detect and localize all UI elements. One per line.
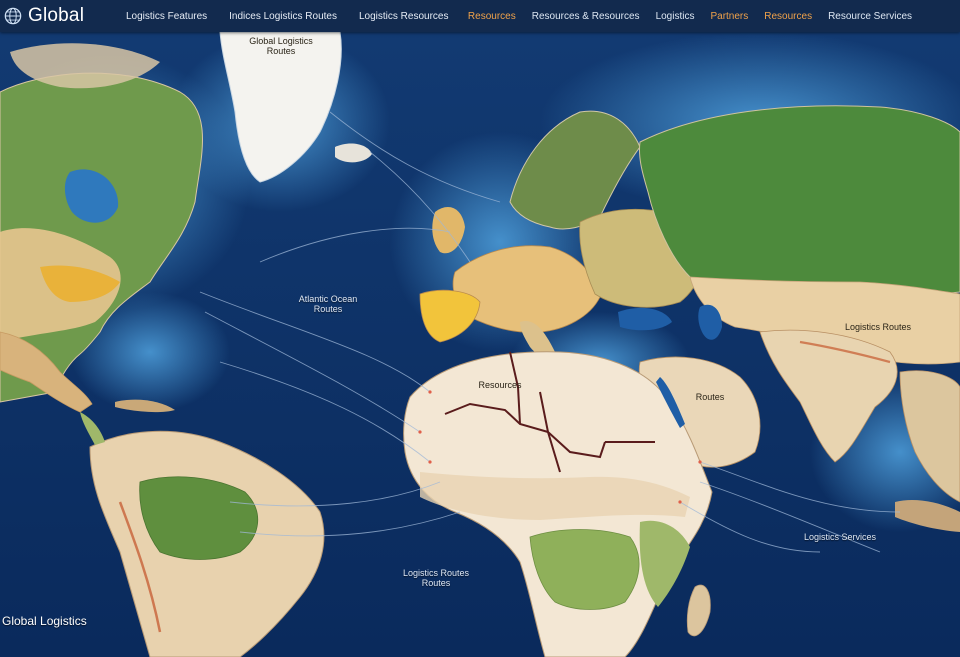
south-atlantic-label: Logistics Routes Routes bbox=[402, 568, 470, 588]
nav-logistics-resources[interactable]: Logistics Resources bbox=[359, 11, 448, 22]
map-canvas[interactable] bbox=[0, 32, 960, 657]
atlantic-label: Atlantic Ocean Routes bbox=[298, 294, 358, 314]
bottom-left-label: Global Logistics bbox=[2, 614, 87, 628]
greenland-label: Global Logistics Routes bbox=[249, 36, 313, 56]
primary-nav: Logistics Features Indices Logistics Rou… bbox=[126, 11, 448, 22]
nav-logistics-features[interactable]: Logistics Features bbox=[126, 11, 207, 22]
top-navigation-bar: Global Logistics Features Indices Logist… bbox=[0, 0, 960, 32]
india-label: Logistics Routes bbox=[844, 322, 912, 332]
map-app: Global Logistics Features Indices Logist… bbox=[0, 0, 960, 657]
amazon-basin bbox=[139, 476, 259, 560]
north-asia bbox=[639, 105, 960, 295]
brand[interactable]: Global bbox=[0, 5, 122, 27]
globe-icon bbox=[4, 7, 22, 25]
nav-logistics[interactable]: Logistics bbox=[656, 11, 695, 22]
nav-resources-secondary[interactable]: Resources bbox=[764, 11, 812, 22]
nav-resource-services[interactable]: Resource Services bbox=[828, 11, 912, 22]
secondary-nav: Resources Resources & Resources Logistic… bbox=[468, 11, 960, 22]
brand-name: Global bbox=[28, 5, 85, 26]
nav-resources-and-resources[interactable]: Resources & Resources bbox=[532, 11, 640, 22]
world-map[interactable]: Global Logistics Routes Atlantic Ocean R… bbox=[0, 32, 960, 657]
nav-resources[interactable]: Resources bbox=[468, 11, 516, 22]
nav-partners[interactable]: Partners bbox=[710, 11, 748, 22]
arabia-label: Routes bbox=[695, 392, 725, 402]
north-africa-label: Resources bbox=[478, 380, 522, 390]
nav-logistics-routes[interactable]: Indices Logistics Routes bbox=[229, 11, 337, 22]
indian-ocean-label: Logistics Services bbox=[803, 532, 877, 542]
